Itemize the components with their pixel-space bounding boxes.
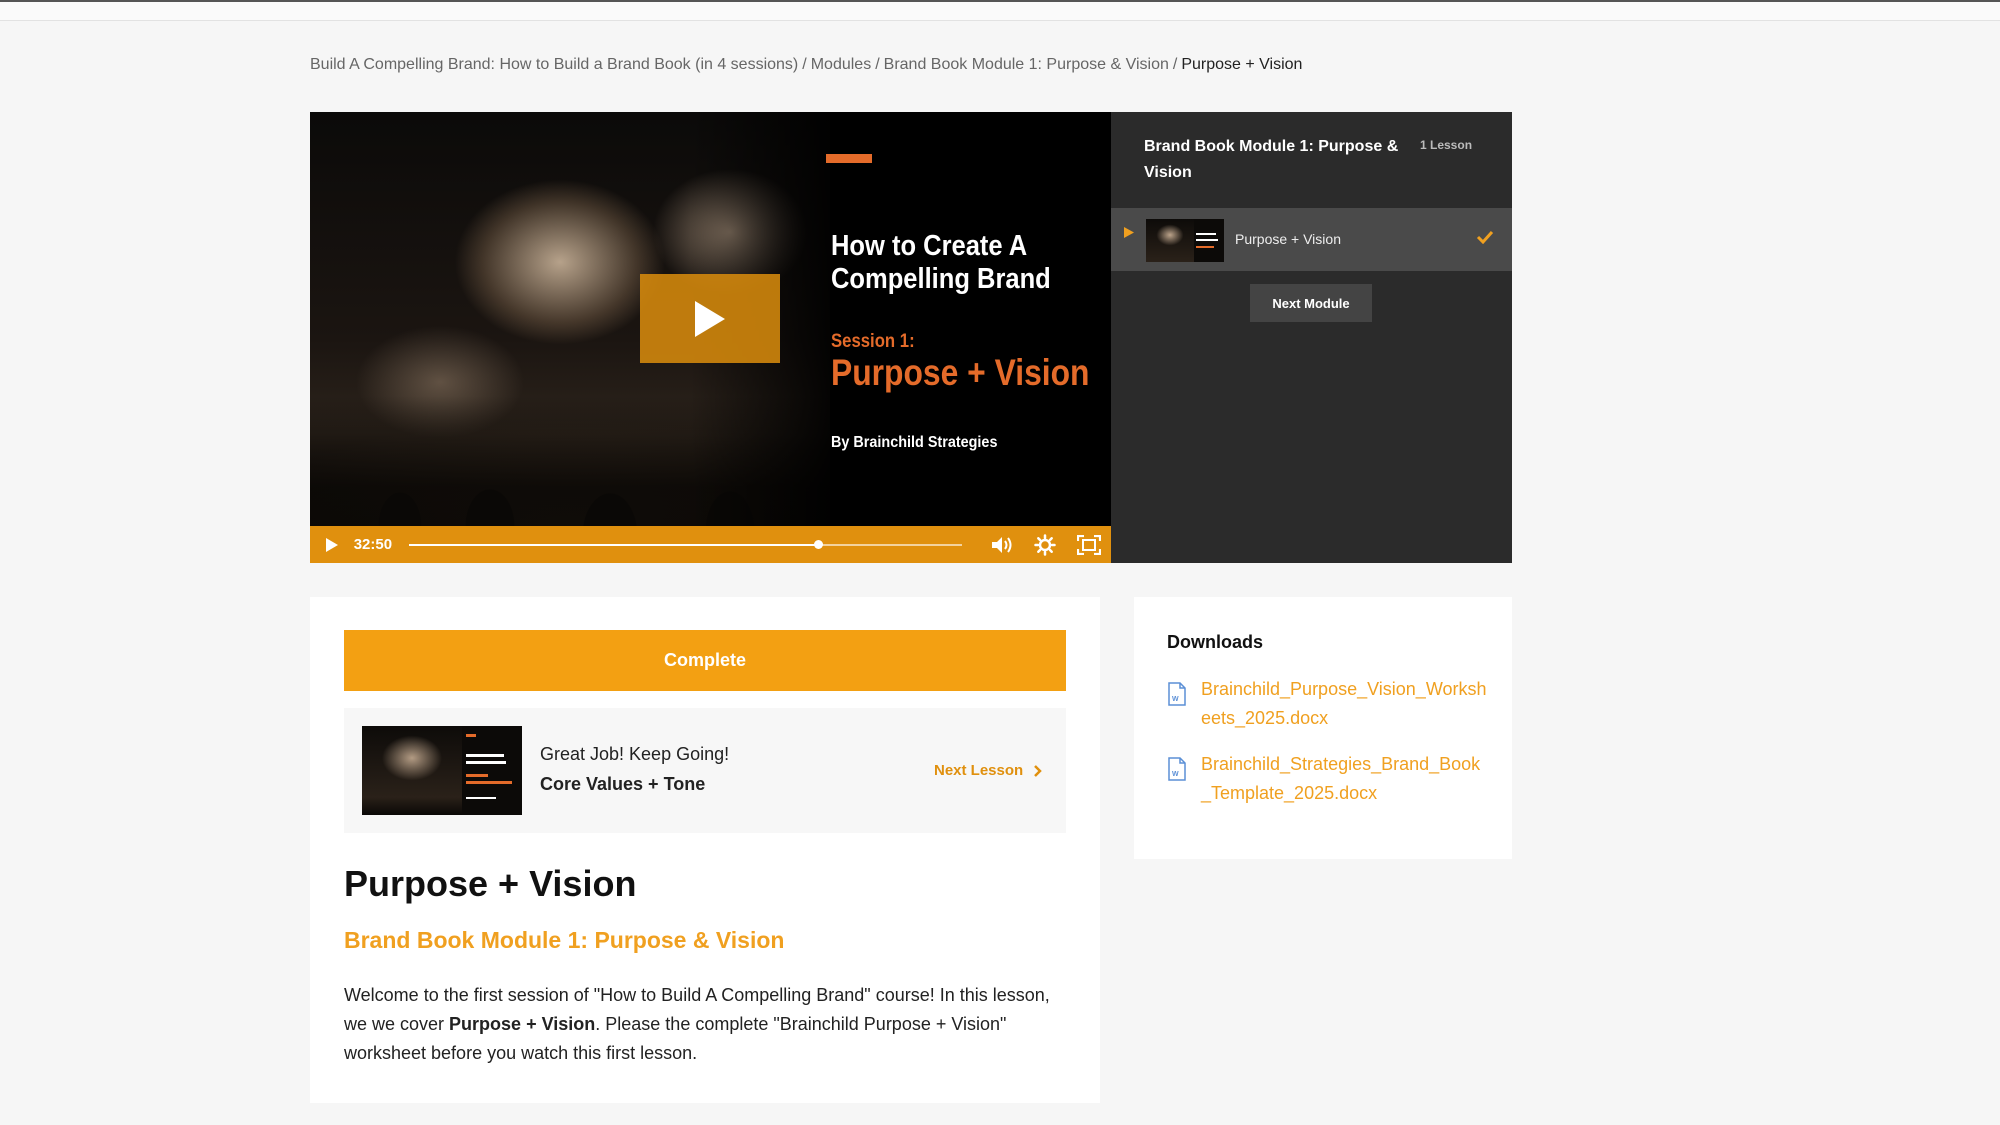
video-time: 32:50 [353, 536, 393, 553]
breadcrumb-modules[interactable]: Modules [811, 56, 871, 73]
progress-track[interactable] [409, 539, 962, 549]
next-lesson-label: Next Lesson [934, 762, 1024, 779]
play-icon [325, 537, 338, 552]
lesson-heading: Purpose + Vision [344, 863, 637, 904]
big-play-button[interactable] [640, 274, 780, 363]
play-icon [695, 300, 725, 337]
svg-text:W: W [1172, 696, 1179, 703]
lesson-thumbnail [1146, 219, 1224, 262]
breadcrumb-course[interactable]: Build A Compelling Brand: How to Build a… [310, 56, 798, 73]
module-sidebar: Brand Book Module 1: Purpose & Vision 1 … [1111, 112, 1512, 563]
next-lesson-link[interactable]: Next Lesson [934, 762, 1042, 779]
next-lesson-message: Great Job! Keep Going! [540, 744, 730, 764]
progress-fill [409, 543, 819, 546]
breadcrumb-separator: / [875, 56, 880, 73]
volume-icon [991, 536, 1012, 553]
downloads-title: Downloads [1167, 632, 1264, 652]
download-filename: Brainchild_Strategies_Brand_Book_Templat… [1201, 754, 1481, 803]
description-bold: Purpose + Vision [449, 1014, 596, 1034]
settings-button[interactable] [1024, 526, 1068, 563]
breadcrumb-module[interactable]: Brand Book Module 1: Purpose & Vision [884, 56, 1169, 73]
slide-accent-bar [826, 154, 872, 163]
video-player[interactable]: How to Create A Compelling Brand Session… [310, 112, 1111, 563]
slide-session: Session 1: [831, 331, 915, 352]
next-lesson-thumbnail[interactable] [362, 726, 522, 815]
breadcrumb: Build A Compelling Brand: How to Build a… [310, 56, 1302, 74]
lesson-title: Purpose + Vision [1235, 231, 1341, 247]
gear-icon [1034, 533, 1057, 556]
current-lesson-arrow-icon [1124, 227, 1134, 238]
top-bar [0, 0, 2000, 21]
download-link[interactable]: W Brainchild_Purpose_Vision_Worksheets_2… [1167, 675, 1487, 733]
breadcrumb-separator: / [802, 56, 807, 73]
lesson-item[interactable]: Purpose + Vision [1111, 208, 1512, 271]
breadcrumb-current: Purpose + Vision [1181, 56, 1303, 73]
next-lesson-box: Great Job! Keep Going! Core Values + Ton… [344, 708, 1066, 833]
downloads-panel: Downloads W Brainchild_Purpose_Vision_Wo… [1134, 597, 1512, 859]
slide-title: How to Create A Compelling Brand [831, 230, 1051, 295]
lesson-card: Complete Great Job! Keep Going! Core Val… [310, 597, 1100, 1103]
fullscreen-button[interactable] [1067, 526, 1111, 563]
check-icon [1476, 230, 1494, 244]
volume-button[interactable] [980, 526, 1024, 563]
control-play-button[interactable] [310, 526, 354, 563]
next-lesson-title: Core Values + Tone [540, 774, 706, 794]
chevron-right-icon [1034, 764, 1042, 777]
download-link[interactable]: W Brainchild_Strategies_Brand_Book_Templ… [1167, 750, 1487, 808]
word-document-icon: W [1168, 757, 1186, 781]
module-subheading: Brand Book Module 1: Purpose & Vision [344, 927, 785, 953]
complete-button[interactable]: Complete [344, 630, 1066, 691]
slide-topic: Purpose + Vision [831, 352, 1090, 393]
lesson-count: 1 Lesson [1420, 138, 1473, 152]
slide-byline: By Brainchild Strategies [831, 434, 998, 451]
progress-handle[interactable] [814, 539, 824, 549]
next-module-button[interactable]: Next Module [1250, 284, 1372, 322]
breadcrumb-separator: / [1172, 56, 1178, 73]
video-controls: 32:50 [310, 526, 1111, 563]
word-document-icon: W [1168, 682, 1186, 706]
download-filename: Brainchild_Purpose_Vision_Worksheets_202… [1201, 679, 1487, 728]
module-title: Brand Book Module 1: Purpose & Vision [1144, 138, 1399, 181]
svg-text:W: W [1172, 771, 1179, 778]
fullscreen-icon [1077, 534, 1102, 555]
lesson-description: Welcome to the first session of "How to … [344, 981, 1054, 1068]
